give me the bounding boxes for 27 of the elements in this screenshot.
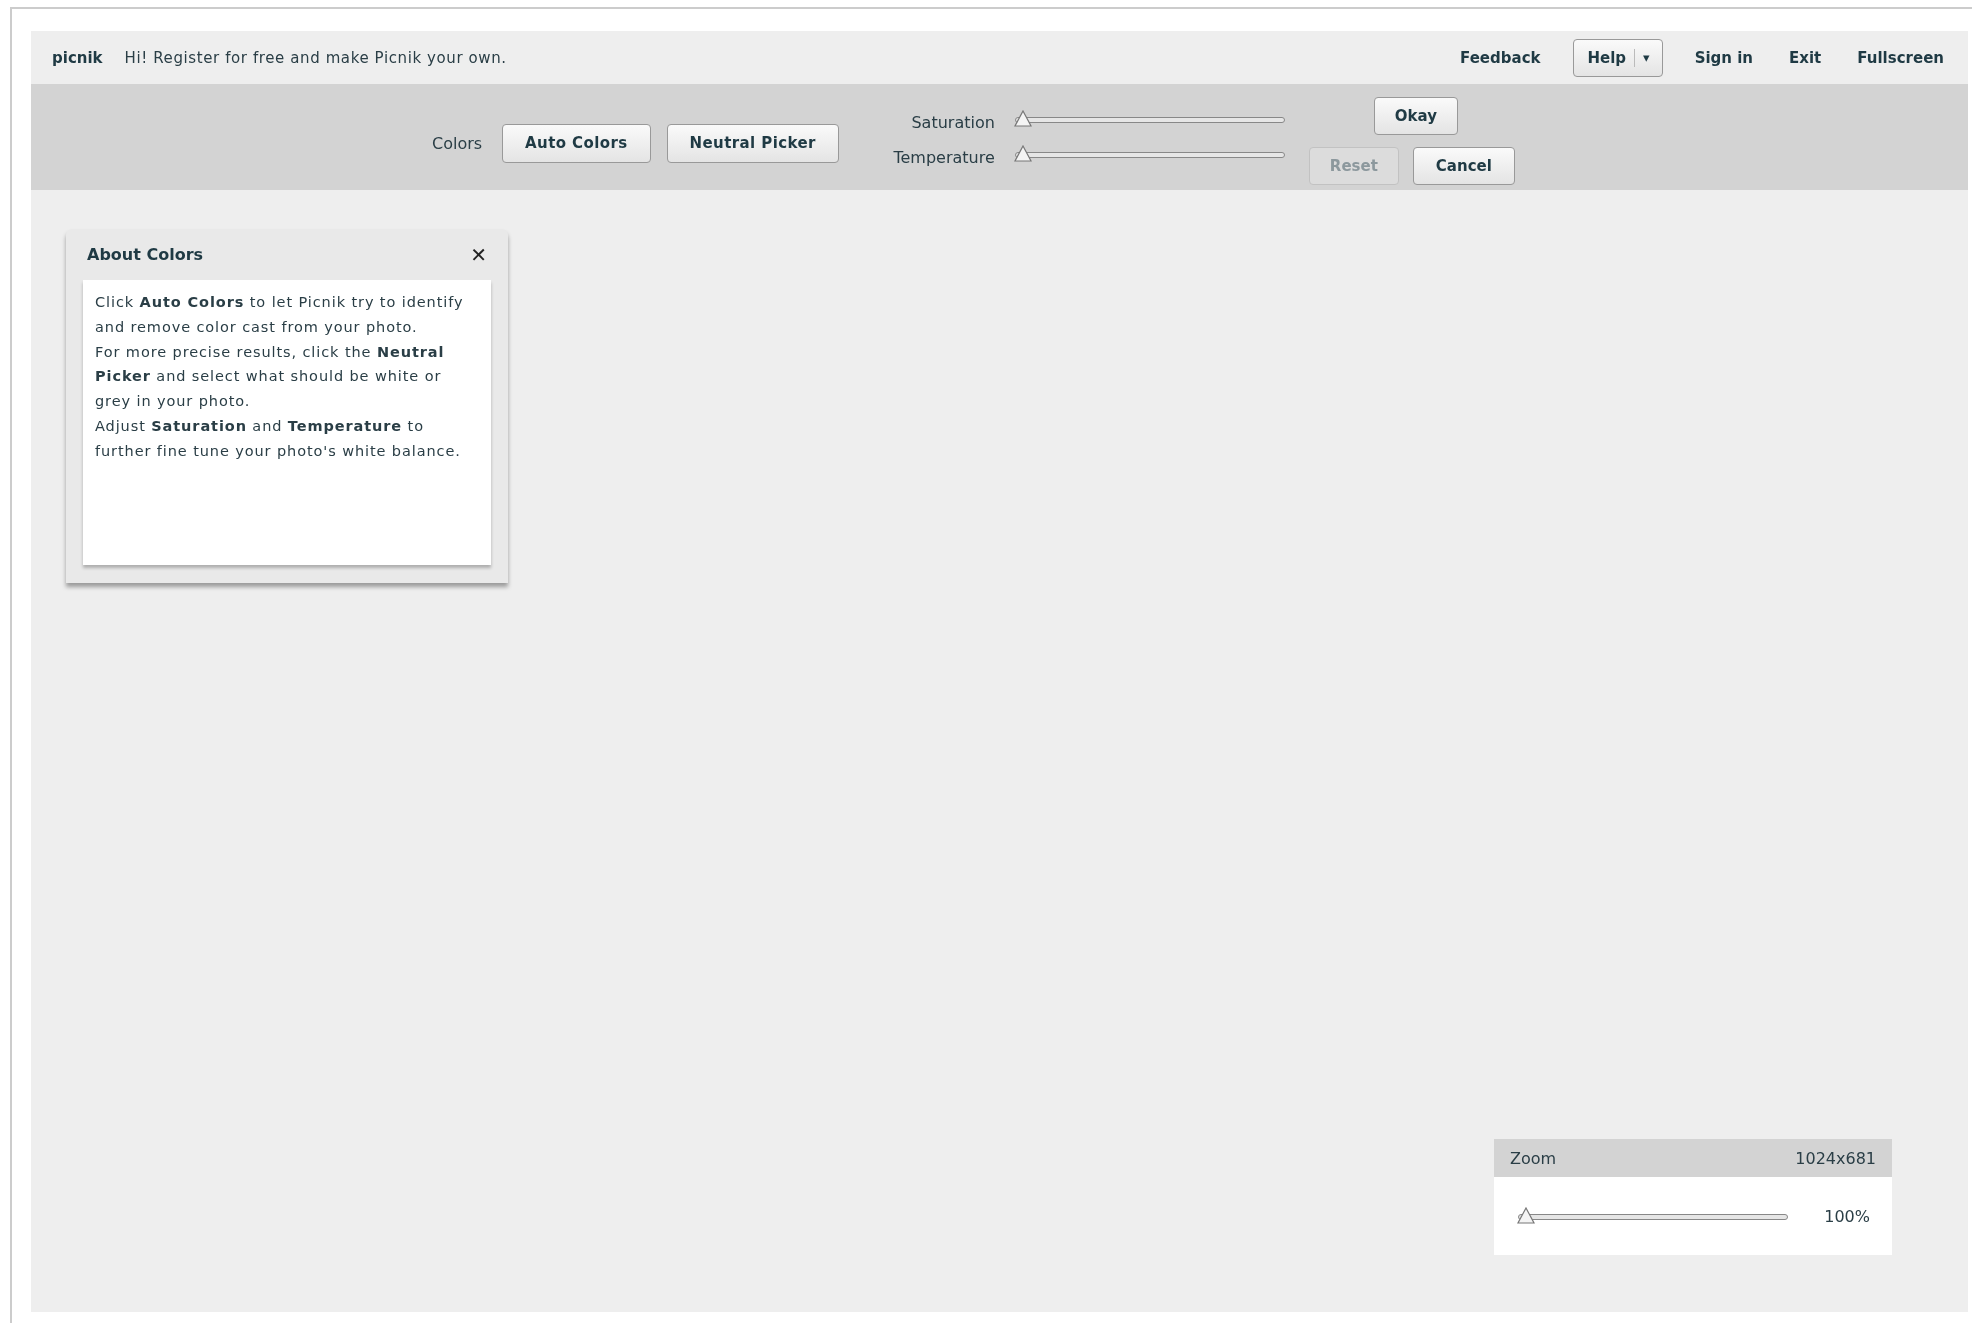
slider-thumb[interactable] (1516, 1207, 1536, 1225)
zoom-slider[interactable] (1516, 1206, 1788, 1226)
cancel-button[interactable]: Cancel (1412, 147, 1515, 185)
help-dropdown[interactable]: Help ▾ (1572, 38, 1663, 77)
tool-button[interactable]: Auto Colors (502, 123, 651, 163)
zoom-title: Zoom (1510, 1148, 1557, 1168)
slider-track[interactable] (1012, 143, 1285, 164)
nav-link[interactable]: Fullscreen (1853, 44, 1948, 71)
nav-link[interactable]: Exit (1785, 44, 1826, 71)
slider-thumb[interactable] (1012, 144, 1033, 163)
logo: picnik (52, 48, 103, 67)
slider-track[interactable] (1012, 108, 1285, 129)
nav-link[interactable]: Feedback (1456, 44, 1545, 71)
slider-thumb[interactable] (1012, 109, 1033, 128)
help-text: Adjust Saturation and Temperature to further fine tune your photo's white balance. (95, 417, 462, 461)
okay-button[interactable]: Okay (1373, 97, 1458, 135)
help-text: For more precise results, click the Neutral Picker and select what should be white or grey in your photo. (95, 342, 446, 412)
image-dimensions: 1024x681 (1795, 1148, 1876, 1168)
slider-label: Temperature (892, 148, 995, 167)
slider-label: Saturation (910, 113, 995, 132)
zoom-percentage: 100% (1824, 1206, 1870, 1226)
register-message: Hi! Register for free and make Picnik your own. (124, 48, 507, 67)
panel-title: About Colors (87, 245, 204, 264)
tool-button[interactable]: Neutral Picker (666, 123, 839, 163)
help-text: Click Auto Colors to let Picnik try to identify and remove color cast from your photo. (95, 293, 465, 337)
colors-label: Colors (432, 133, 483, 153)
nav-link[interactable]: Sign in (1690, 44, 1758, 71)
